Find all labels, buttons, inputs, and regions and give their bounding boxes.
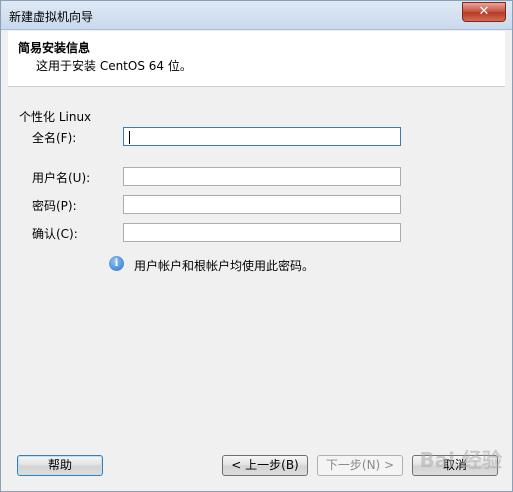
username-field[interactable]	[123, 167, 401, 186]
back-button[interactable]: < 上一步(B)	[222, 455, 308, 476]
info-icon: i	[109, 256, 124, 271]
wizard-window: 新建虚拟机向导 ✕ 简易安装信息 这用于安装 CentOS 64 位。 个性化 …	[0, 0, 513, 492]
cancel-button[interactable]: 取消	[412, 455, 498, 476]
wizard-footer: 帮助 < 上一步(B) 下一步(N) > 取消	[1, 446, 512, 491]
text-caret	[129, 131, 130, 144]
username-label: 用户名(U):	[32, 171, 91, 185]
group-label: 个性化 Linux	[19, 110, 92, 124]
help-button[interactable]: 帮助	[17, 455, 103, 476]
close-icon: ✕	[478, 4, 490, 19]
next-button[interactable]: 下一步(N) >	[317, 455, 403, 476]
fullname-field[interactable]	[123, 127, 401, 146]
password-label: 密码(P):	[32, 199, 77, 213]
confirm-label: 确认(C):	[32, 227, 78, 241]
window-title: 新建虚拟机向导	[9, 10, 94, 24]
wizard-header: 简易安装信息 这用于安装 CentOS 64 位。	[8, 31, 505, 87]
info-text: 用户帐户和根帐户均使用此密码。	[134, 259, 315, 273]
wizard-content: 个性化 Linux 全名(F): 用户名(U): 密码(P): 确认(C): i…	[8, 87, 505, 442]
title-bar[interactable]: 新建虚拟机向导 ✕	[1, 1, 512, 30]
confirm-field[interactable]	[123, 223, 401, 242]
password-field[interactable]	[123, 195, 401, 214]
page-title: 简易安装信息	[18, 41, 91, 55]
close-button[interactable]: ✕	[462, 2, 506, 22]
page-subtitle: 这用于安装 CentOS 64 位。	[36, 59, 192, 73]
fullname-label: 全名(F):	[32, 131, 77, 145]
